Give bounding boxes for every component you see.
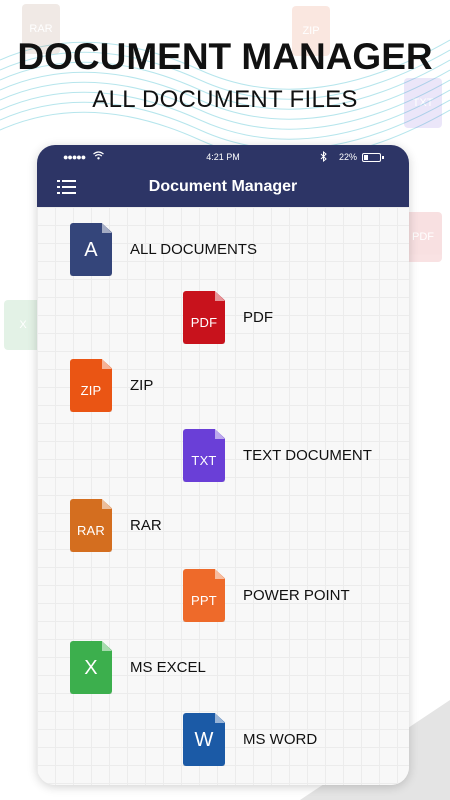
bluetooth-icon (320, 150, 327, 164)
list-item-label: RAR (130, 517, 162, 534)
rar-file-icon: RAR (70, 499, 112, 552)
list-item-ms-word[interactable]: W MS WORD (183, 713, 317, 766)
background-pdf-icon: PDF (404, 212, 442, 262)
phone-frame: ●●●●● 4:21 PM 22% Document Manager A ALL… (37, 145, 409, 785)
list-item-ms-excel[interactable]: X MS EXCEL (70, 641, 206, 694)
list-item-label: ZIP (130, 377, 154, 394)
list-item-label: MS WORD (243, 731, 318, 748)
zip-file-icon: ZIP (70, 359, 112, 412)
status-bar: ●●●●● 4:21 PM 22% (37, 150, 409, 166)
list-item-zip[interactable]: ZIP ZIP (70, 359, 153, 412)
list-item-all-documents[interactable]: A ALL DOCUMENTS (70, 223, 257, 276)
battery-percent: 22% (339, 152, 358, 162)
list-item-label: PDF (243, 309, 273, 326)
list-item-pdf[interactable]: PDF PDF (183, 291, 273, 344)
document-a-icon: A (70, 223, 112, 276)
excel-file-icon: X (70, 641, 112, 694)
battery-icon (362, 153, 384, 162)
app-bar: ●●●●● 4:21 PM 22% Document Manager (37, 145, 409, 207)
txt-file-icon: TXT (183, 429, 225, 482)
pdf-file-icon: PDF (183, 291, 225, 344)
app-title: Document Manager (148, 178, 298, 195)
document-list: A ALL DOCUMENTS PDF PDF ZIP ZIP TXT TEXT… (37, 207, 409, 785)
list-item-rar[interactable]: RAR RAR (70, 499, 162, 552)
promo-subtitle: ALL DOCUMENT FILES (92, 86, 358, 113)
promo-title: DOCUMENT MANAGER (17, 36, 433, 77)
list-item-power-point[interactable]: PPT POWER POINT (183, 569, 350, 622)
list-item-label: ALL DOCUMENTS (130, 241, 257, 258)
list-item-text-document[interactable]: TXT TEXT DOCUMENT (183, 429, 372, 482)
word-file-icon: W (183, 713, 225, 766)
list-item-label: MS EXCEL (130, 659, 206, 676)
list-item-label: POWER POINT (243, 587, 350, 604)
ppt-file-icon: PPT (183, 569, 225, 622)
list-item-label: TEXT DOCUMENT (243, 447, 372, 464)
